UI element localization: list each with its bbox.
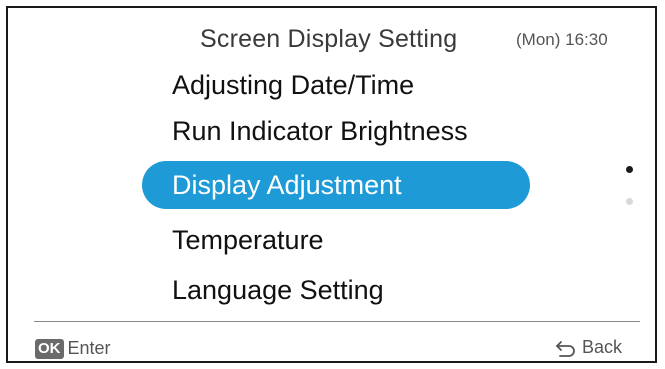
menu-item-run-indicator-brightness[interactable]: Run Indicator Brightness — [172, 107, 468, 155]
page-dot-inactive — [626, 198, 633, 205]
footer-divider — [34, 321, 640, 322]
menu-item-temperature[interactable]: Temperature — [172, 216, 324, 264]
back-button[interactable]: Back — [554, 337, 622, 358]
enter-label: Enter — [67, 338, 111, 358]
back-arrow-icon — [554, 338, 578, 358]
page-dot-active — [626, 166, 633, 173]
back-label: Back — [582, 337, 623, 357]
enter-hint[interactable]: OK Enter — [35, 338, 111, 359]
display-screen: Screen Display Setting (Mon) 16:30 Adjus… — [6, 6, 657, 363]
menu-item-display-adjustment[interactable]: Display Adjustment — [142, 161, 530, 209]
settings-menu: Adjusting Date/Time Run Indicator Bright… — [8, 8, 655, 361]
ok-key-icon: OK — [35, 338, 64, 359]
menu-item-adjusting-date-time[interactable]: Adjusting Date/Time — [172, 61, 414, 109]
menu-item-language-setting[interactable]: Language Setting — [172, 266, 384, 314]
